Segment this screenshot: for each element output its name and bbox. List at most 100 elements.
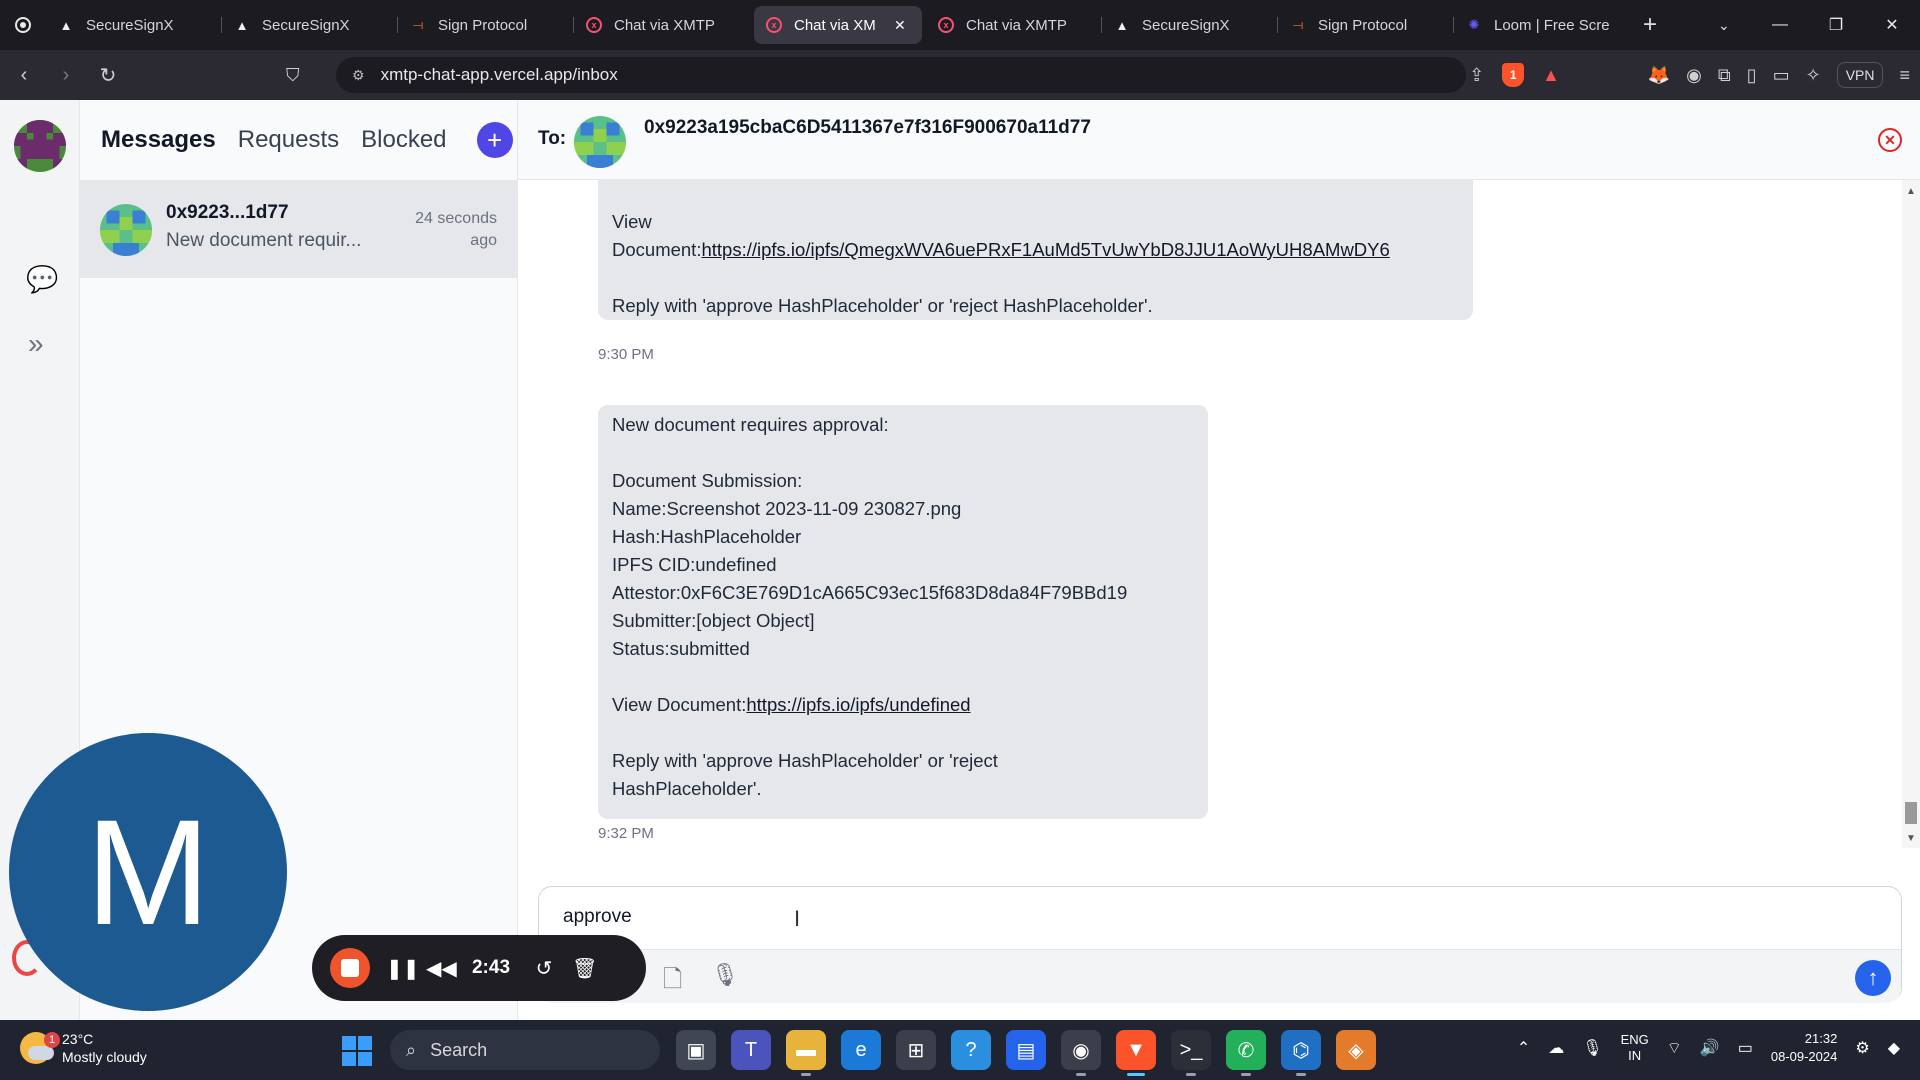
list-header: Messages Requests Blocked + [80, 100, 517, 180]
scroll-up-icon[interactable]: ▲ [1906, 186, 1916, 197]
restart-icon[interactable]: ↺ [532, 956, 556, 981]
close-chat-icon[interactable]: ✕ [1878, 128, 1902, 152]
expand-sidebar-icon[interactable]: » [28, 328, 44, 360]
tab-label: Chat via XM [794, 16, 876, 34]
wallet-extension-icon[interactable]: 🦊 [1648, 65, 1670, 86]
browser-tab[interactable]: ▲ SecureSignX [1102, 6, 1278, 44]
browser-tab[interactable]: ✺ Loom | Free Scre [1454, 6, 1630, 44]
document-link[interactable]: https://ipfs.io/ipfs/undefined [746, 694, 970, 715]
chat-header: To: 0x9223a195cbaC6D5411367e7f316F900670… [518, 100, 1920, 180]
bookmark-icon[interactable]: ⛉ [286, 65, 300, 86]
onedrive-icon[interactable]: ☁ [1548, 1038, 1564, 1058]
chrome-icon[interactable]: ◉ [1061, 1030, 1101, 1076]
browser-tab-active[interactable]: x Chat via XM ✕ [754, 6, 922, 44]
edge-icon[interactable]: e [841, 1030, 881, 1070]
teams-icon[interactable]: T [731, 1030, 771, 1070]
share-icon[interactable]: ⇪ [1469, 65, 1484, 86]
store-icon[interactable]: ⊞ [896, 1030, 936, 1070]
settings-gear-icon[interactable]: ⚙ [1855, 1038, 1869, 1058]
conversation-item[interactable]: 0x9223...1d77 New document requir... 24 … [80, 180, 517, 278]
wallet-icon[interactable]: ▭ [1773, 65, 1790, 86]
message-scrollbar[interactable]: ▲ ▼ [1902, 180, 1920, 848]
forward-icon[interactable]: › [48, 57, 84, 93]
terminal-icon[interactable]: >_ [1171, 1030, 1211, 1076]
microphone-tray-icon[interactable]: 🎙 [1582, 1038, 1602, 1058]
battery-icon[interactable]: ▭ [1738, 1038, 1753, 1058]
stop-recording-button[interactable] [330, 948, 370, 988]
weather-badge: 1 [44, 1032, 60, 1048]
message-line: Submitter:[object Object] [612, 610, 815, 631]
message-timestamp: 9:32 PM [598, 825, 654, 842]
rewind-icon[interactable]: ◀◀ [426, 956, 457, 981]
file-explorer-icon[interactable]: ▬ [786, 1030, 826, 1076]
tab-label: Sign Protocol [438, 16, 528, 34]
puzzle-icon[interactable]: ⧉ [1718, 65, 1731, 86]
message-line: New document requires approval: [612, 414, 889, 435]
leo-ai-icon[interactable]: ✧ [1806, 65, 1821, 86]
help-icon[interactable]: ? [951, 1030, 991, 1070]
volume-icon[interactable]: 🔊 [1700, 1038, 1720, 1058]
weather-widget[interactable]: 1 23°C Mostly cloudy [20, 1030, 147, 1066]
loom-camera-bubble[interactable]: M [9, 733, 287, 1011]
vpn-button[interactable]: VPN [1836, 62, 1884, 88]
close-window-icon[interactable]: ✕ [1864, 0, 1920, 50]
close-tab-icon[interactable]: ✕ [894, 17, 910, 34]
pause-icon[interactable]: ❚❚ [386, 956, 420, 981]
tray-overflow-icon[interactable]: ⌃ [1517, 1038, 1530, 1058]
document-link[interactable]: https://ipfs.io/ipfs/QmegxWVA6uePRxF1AuM… [701, 239, 1389, 260]
window-controls: — ❐ ✕ [1752, 0, 1920, 50]
whatsapp-icon[interactable]: ✆ [1226, 1030, 1266, 1076]
weather-temp: 23°C [62, 1031, 94, 1047]
message-input[interactable] [539, 887, 1901, 947]
browser-tab[interactable]: x Chat via XMTP [926, 6, 1102, 44]
new-conversation-button[interactable]: + [476, 122, 513, 158]
copilot-icon[interactable]: ◆ [1888, 1038, 1900, 1058]
browser-tab[interactable]: ⟞ Sign Protocol [1278, 6, 1454, 44]
tab-label: Chat via XMTP [614, 16, 715, 34]
brave-rewards-icon[interactable]: ▲ [1542, 65, 1560, 86]
search-icon: ⌕ [406, 1039, 417, 1060]
restore-icon[interactable]: ❐ [1808, 0, 1864, 50]
browser-tab[interactable]: x Chat via XMTP [574, 6, 750, 44]
tab-requests[interactable]: Requests [238, 126, 339, 154]
microphone-icon[interactable]: 🎙 [711, 962, 739, 988]
user-avatar[interactable] [14, 120, 66, 172]
scroll-down-icon[interactable]: ▼ [1906, 833, 1916, 844]
conversation-preview: New document requir... [166, 230, 362, 251]
site-info-icon[interactable]: ⚙ [352, 67, 365, 84]
brave-icon[interactable]: ▼ [1116, 1030, 1156, 1076]
back-icon[interactable]: ‹ [6, 57, 42, 93]
xmtp-icon: x [766, 17, 782, 33]
windows-start-icon[interactable] [342, 1036, 372, 1066]
wifi-icon[interactable]: ⌔ [1667, 1038, 1682, 1058]
clock[interactable]: 21:32 08-09-2024 [1771, 1030, 1838, 1066]
php-icon[interactable]: ▤ [1006, 1030, 1046, 1070]
xmtp-icon: x [938, 17, 954, 33]
browser-tab[interactable]: ▲ SecureSignX [222, 6, 398, 44]
chat-bubbles-icon[interactable]: 💬 [26, 264, 58, 295]
menu-icon[interactable]: ≡ [1899, 65, 1910, 86]
browser-tab[interactable]: ⟞ Sign Protocol [398, 6, 574, 44]
language-indicator[interactable]: ENG IN [1621, 1032, 1649, 1064]
send-button[interactable]: ↑ [1855, 960, 1891, 996]
task-view-icon[interactable]: ▣ [676, 1030, 716, 1070]
brave-shields-icon[interactable]: 1 [1502, 63, 1525, 87]
attach-file-icon[interactable]: 🗋 [663, 962, 682, 1003]
vscode-icon[interactable]: ⌬ [1281, 1030, 1321, 1076]
url-bar[interactable]: ⚙ xmtp-chat-app.vercel.app/inbox [336, 57, 1466, 93]
browser-tab[interactable]: ▲ SecureSignX [46, 6, 222, 44]
reload-icon[interactable]: ↻ [90, 57, 126, 93]
minimize-icon[interactable]: — [1752, 0, 1808, 50]
trash-icon[interactable]: 🗑 [572, 956, 597, 981]
scroll-thumb[interactable] [1905, 802, 1917, 824]
recording-indicator-icon [0, 0, 46, 50]
tab-blocked[interactable]: Blocked [361, 126, 446, 154]
taskbar-search[interactable]: ⌕ Search [390, 1030, 660, 1070]
triangle-icon: ▲ [1115, 17, 1129, 33]
sidebar-toggle-icon[interactable]: ▯ [1747, 65, 1757, 86]
tab-list-chevron-icon[interactable]: ⌄ [1718, 17, 1730, 34]
record-extension-icon[interactable]: ◉ [1686, 65, 1702, 86]
new-tab-button[interactable]: + [1630, 11, 1670, 39]
metamask-icon[interactable]: ◈ [1336, 1030, 1376, 1070]
tab-messages[interactable]: Messages [101, 126, 216, 154]
